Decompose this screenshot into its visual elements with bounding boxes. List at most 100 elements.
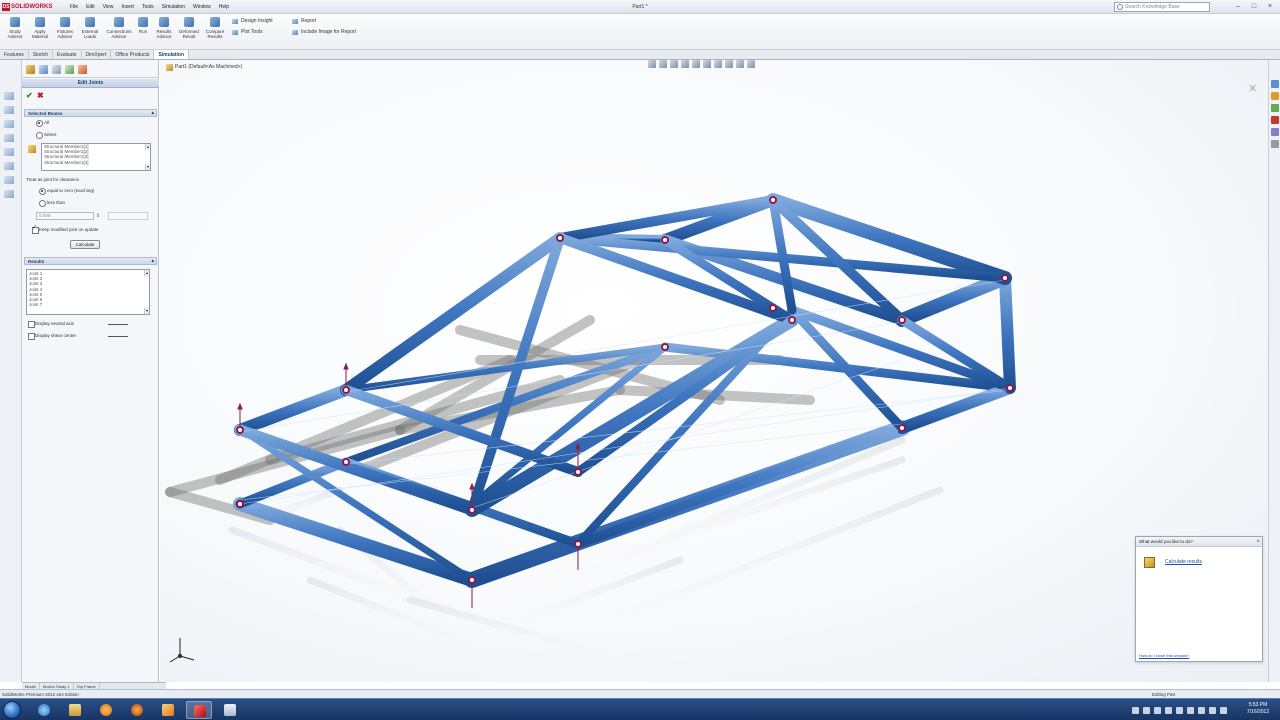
- joint-results-list[interactable]: Joint 1 Joint 2 Joint 3 Joint 4 Joint 5 …: [26, 269, 150, 315]
- circle-tool-icon[interactable]: [4, 134, 14, 142]
- menu-file[interactable]: File: [66, 2, 82, 12]
- study-advisor-button[interactable]: Study Advisor: [4, 16, 26, 46]
- scroll-up-icon[interactable]: ▴: [144, 270, 149, 276]
- menu-tools[interactable]: Tools: [138, 2, 158, 12]
- view-palette-icon[interactable]: [1271, 116, 1279, 124]
- taskbar-clock[interactable]: 5:53 PM 7/16/2012: [1238, 702, 1278, 716]
- collapse-caret-icon[interactable]: ▴: [151, 258, 154, 265]
- tray-volume-icon[interactable]: [1143, 707, 1150, 714]
- tab-simulation[interactable]: Simulation: [154, 50, 189, 59]
- graphics-area[interactable]: Part1 (Default<As Machined>) ✕: [160, 60, 1268, 682]
- arc-tool-icon[interactable]: [4, 148, 14, 156]
- radio-equal-to-zero[interactable]: equal to zero (touching): [39, 187, 94, 195]
- taskbar-app-window[interactable]: [217, 701, 243, 719]
- help-popup-title-text: What would you like to do?: [1139, 539, 1193, 544]
- tray-action-center-icon[interactable]: [1154, 707, 1161, 714]
- selected-beams-header[interactable]: Selected Beams ▴: [24, 109, 157, 117]
- calculate-button[interactable]: Calculate: [70, 240, 100, 249]
- appearances-icon[interactable]: [1271, 128, 1279, 136]
- external-loads-button[interactable]: External Loads: [79, 16, 101, 46]
- list-item[interactable]: Structural Member1[4]: [42, 160, 150, 165]
- tray-app-icon[interactable]: [1187, 707, 1194, 714]
- apply-material-button[interactable]: Apply Material: [29, 16, 51, 46]
- tray-app-icon[interactable]: [1209, 707, 1216, 714]
- taskbar-media-player[interactable]: [93, 701, 119, 719]
- report-button[interactable]: Report: [292, 18, 316, 25]
- menu-view[interactable]: View: [99, 2, 118, 12]
- tray-app-icon[interactable]: [1220, 707, 1227, 714]
- minimize-icon[interactable]: –: [1234, 3, 1242, 11]
- tray-app-icon[interactable]: [1176, 707, 1183, 714]
- plot-tools-button[interactable]: Plot Tools: [232, 29, 263, 36]
- design-library-icon[interactable]: [1271, 92, 1279, 100]
- feature-tree-icon[interactable]: [26, 65, 35, 74]
- tab-dimxpert[interactable]: DimXpert: [82, 50, 112, 59]
- configuration-manager-icon[interactable]: [52, 65, 61, 74]
- fixtures-advisor-button[interactable]: Fixtures Advisor: [54, 16, 76, 46]
- mirror-tool-icon[interactable]: [4, 190, 14, 198]
- display-neutral-axis-checkbox[interactable]: Display neutral axis: [28, 320, 74, 328]
- taskbar-solidworks[interactable]: [186, 701, 212, 719]
- file-explorer-icon[interactable]: [1271, 104, 1279, 112]
- app-logo[interactable]: DS SOLIDWORKS: [2, 2, 64, 12]
- beam-list[interactable]: Structural Member1[1] Structural Member1…: [41, 143, 151, 171]
- restore-icon[interactable]: □: [1250, 3, 1258, 11]
- design-insight-button[interactable]: Design Insight: [232, 18, 273, 25]
- results-advisor-button[interactable]: Results Advisor: [153, 16, 175, 46]
- run-button[interactable]: Run: [134, 16, 152, 46]
- collapse-caret-icon[interactable]: ▴: [151, 110, 154, 117]
- search-input[interactable]: Search Knowledge Base: [1114, 2, 1210, 12]
- taskbar-app-orange[interactable]: [155, 701, 181, 719]
- display-manager-icon[interactable]: [78, 65, 87, 74]
- solidworks-resources-icon[interactable]: [1271, 80, 1279, 88]
- units-dropdown[interactable]: [108, 212, 148, 220]
- tolerance-input[interactable]: 0.000: [36, 212, 94, 220]
- compare-results-button[interactable]: Compare Results: [204, 16, 226, 46]
- tolerance-stepper-icon[interactable]: ⇕: [96, 212, 100, 220]
- taskbar-ie[interactable]: [31, 701, 57, 719]
- menu-insert[interactable]: Insert: [117, 2, 138, 12]
- menu-help[interactable]: Help: [215, 2, 233, 12]
- calculate-results-link[interactable]: Calculate results: [1165, 559, 1202, 566]
- menu-edit[interactable]: Edit: [82, 2, 99, 12]
- scroll-up-icon[interactable]: ▴: [145, 144, 150, 150]
- close-icon[interactable]: ×: [1256, 537, 1260, 547]
- tray-network-icon[interactable]: [1132, 707, 1139, 714]
- include-image-button[interactable]: Include Image for Report: [292, 29, 356, 36]
- tray-power-icon[interactable]: [1165, 707, 1172, 714]
- tab-sketch[interactable]: Sketch: [29, 50, 54, 59]
- radio-all[interactable]: All: [36, 119, 49, 127]
- deformed-result-button[interactable]: Deformed Result: [178, 16, 200, 46]
- radio-select[interactable]: Select: [36, 131, 57, 139]
- tray-app-icon[interactable]: [1198, 707, 1205, 714]
- tab-features[interactable]: Features: [0, 50, 29, 59]
- sketch-tool-icon[interactable]: [4, 92, 14, 100]
- how-to-close-link[interactable]: How do I close this window?: [1139, 653, 1189, 659]
- cancel-x-icon[interactable]: ✖: [37, 92, 44, 100]
- keep-modified-joint-checkbox[interactable]: Keep modified joint on update: [32, 225, 99, 234]
- taskbar-firefox[interactable]: [124, 701, 150, 719]
- truss-frame-model[interactable]: [160, 60, 1268, 682]
- connections-advisor-button[interactable]: Connections Advisor: [105, 16, 133, 46]
- display-shear-center-checkbox[interactable]: Display shear center: [28, 332, 76, 340]
- trim-tool-icon[interactable]: [4, 176, 14, 184]
- menu-simulation[interactable]: Simulation: [158, 2, 189, 12]
- close-window-icon[interactable]: ×: [1266, 3, 1274, 11]
- scroll-down-icon[interactable]: ▾: [144, 308, 149, 314]
- radio-less-than[interactable]: less than: [39, 199, 65, 207]
- property-manager-icon[interactable]: [39, 65, 48, 74]
- tab-evaluate[interactable]: Evaluate: [53, 50, 82, 59]
- custom-properties-icon[interactable]: [1271, 140, 1279, 148]
- ok-check-icon[interactable]: ✔: [26, 92, 33, 100]
- line-tool-icon[interactable]: [4, 106, 14, 114]
- results-header[interactable]: Results ▴: [24, 257, 157, 265]
- dimxpert-manager-icon[interactable]: [65, 65, 74, 74]
- rectangle-tool-icon[interactable]: [4, 120, 14, 128]
- tab-office-products[interactable]: Office Products: [111, 50, 155, 59]
- taskbar-explorer[interactable]: [62, 701, 88, 719]
- list-item[interactable]: Joint 7: [27, 302, 149, 307]
- start-button[interactable]: [3, 701, 21, 719]
- menu-window[interactable]: Window: [189, 2, 215, 12]
- scroll-down-icon[interactable]: ▾: [145, 164, 150, 170]
- spline-tool-icon[interactable]: [4, 162, 14, 170]
